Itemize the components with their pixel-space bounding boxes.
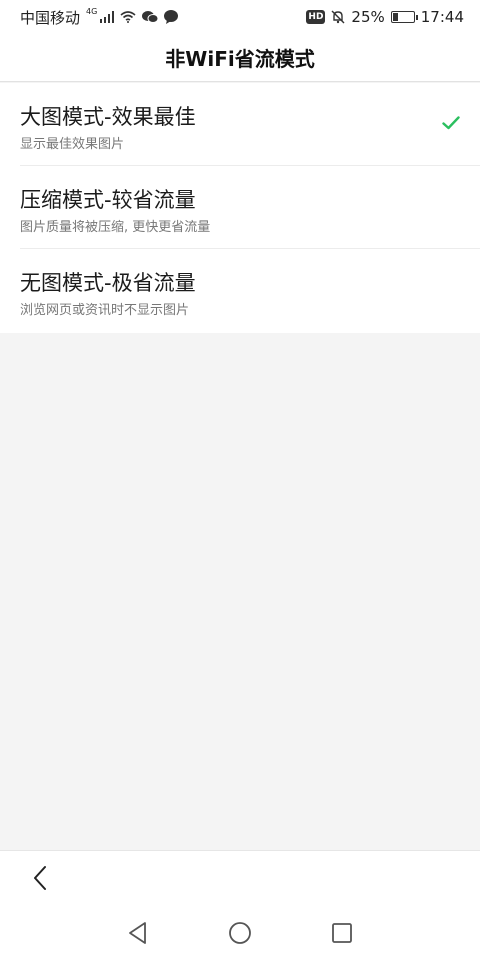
option-title: 大图模式-效果最佳 — [20, 105, 196, 129]
check-icon — [442, 116, 460, 130]
option-no-image-mode[interactable]: 无图模式-极省流量 浏览网页或资讯时不显示图片 — [20, 249, 480, 332]
clock-time: 17:44 — [420, 8, 464, 26]
message-icon — [164, 10, 179, 24]
network-type-label: 4G — [86, 6, 98, 16]
carrier-label: 中国移动 — [20, 8, 81, 27]
status-right: HD 25% 17:44 — [306, 8, 464, 26]
wechat-icon — [142, 10, 159, 24]
chevron-left-icon — [34, 866, 46, 890]
status-bar: 中国移动 4G HD 25% 17:44 — [0, 0, 480, 34]
battery-icon — [390, 11, 418, 23]
battery-level-fill — [392, 13, 398, 21]
back-button[interactable] — [26, 863, 54, 893]
triangle-back-icon[interactable] — [125, 920, 151, 946]
option-description: 显示最佳效果图片 — [20, 137, 125, 152]
option-title: 无图模式-极省流量 — [20, 271, 196, 295]
data-saving-mode-list: 大图模式-效果最佳 显示最佳效果图片 压缩模式-较省流量 图片质量将被压缩, 更… — [0, 83, 480, 333]
title-bar: 非WiFi省流模式 — [0, 34, 480, 82]
option-large-image-mode[interactable]: 大图模式-效果最佳 显示最佳效果图片 — [20, 83, 480, 166]
wifi-icon — [120, 11, 136, 23]
status-left: 中国移动 4G — [20, 6, 179, 28]
square-recent-icon[interactable] — [329, 920, 355, 946]
signal-icon — [100, 11, 115, 23]
option-title: 压缩模式-较省流量 — [20, 188, 196, 212]
battery-percent: 25% — [351, 8, 385, 26]
option-description: 浏览网页或资讯时不显示图片 — [20, 303, 190, 318]
page-title: 非WiFi省流模式 — [165, 47, 315, 71]
system-nav-bar — [0, 906, 480, 960]
option-description: 图片质量将被压缩, 更快更省流量 — [20, 220, 211, 235]
bottom-toolbar — [0, 850, 480, 906]
option-compressed-mode[interactable]: 压缩模式-较省流量 图片质量将被压缩, 更快更省流量 — [20, 166, 480, 249]
circle-home-icon[interactable] — [227, 920, 253, 946]
hd-badge: HD — [306, 10, 326, 24]
mute-bell-icon — [331, 10, 345, 24]
